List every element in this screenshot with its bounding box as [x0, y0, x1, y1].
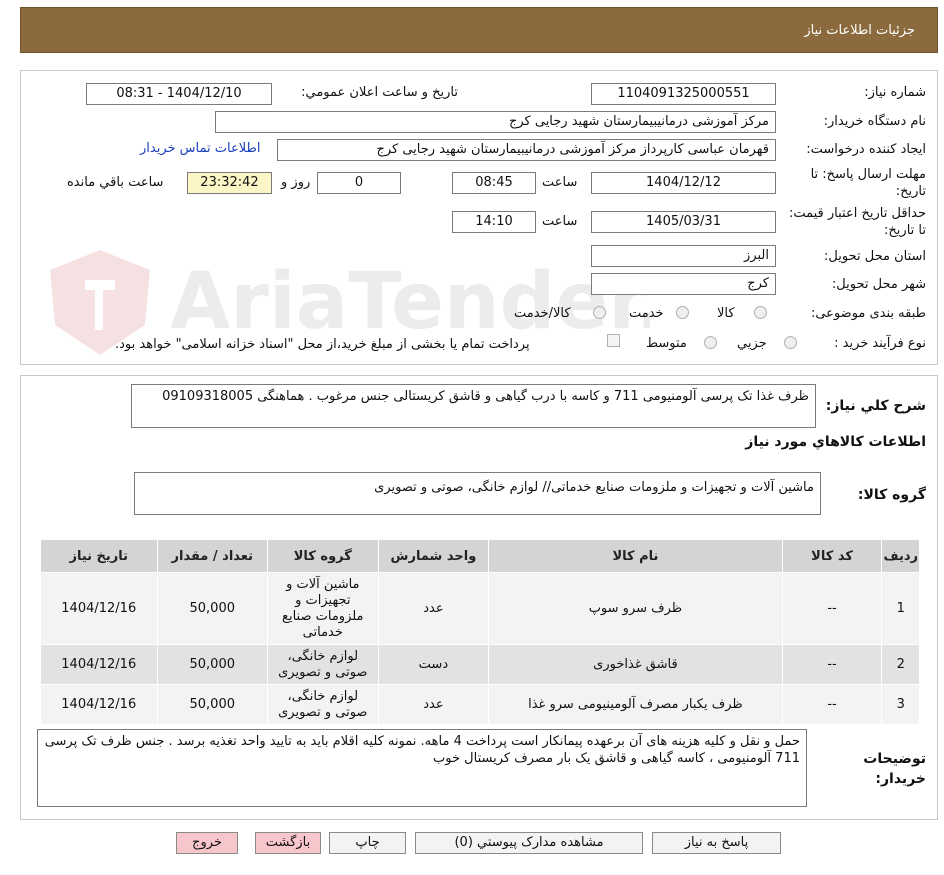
announce-label: تاریخ و ساعت اعلان عمومي: — [301, 85, 458, 100]
col-qty-header: تعداد / مقدار — [156, 539, 269, 573]
announce-field: 1404/12/10 - 08:31 — [86, 83, 272, 105]
need-number-label: شماره نیاز: — [864, 85, 926, 100]
process-medium-radio[interactable] — [704, 336, 717, 349]
cell-row: 1 — [881, 572, 920, 645]
deadline-label: مهلت ارسال پاسخ: تا تاریخ: — [810, 167, 926, 199]
print-button[interactable]: چاپ — [329, 832, 406, 854]
deadline-time-label: ساعت — [542, 175, 578, 190]
cell-row: 2 — [881, 644, 920, 685]
cell-code: -- — [781, 572, 883, 645]
remaining-time-field: 23:32:42 — [187, 172, 272, 194]
back-button[interactable]: بازگشت — [255, 832, 321, 854]
col-name-header: نام کالا — [488, 539, 783, 573]
province-label: استان محل تحویل: — [824, 249, 926, 264]
col-code-header: کد کالا — [781, 539, 883, 573]
validity-date-field: 1405/03/31 — [591, 211, 776, 233]
remaining-label: ساعت باقي مانده — [67, 175, 164, 190]
process-medium-label: متوسط — [646, 336, 687, 351]
cell-unit: دست — [377, 644, 490, 685]
items-table: رديف کد کالا نام کالا واحد شمارش گروه کا… — [40, 539, 920, 725]
cell-name: ظرف یکبار مصرف آلومینیومی سرو غذا — [488, 684, 783, 725]
category-goods-service-radio[interactable] — [593, 306, 606, 319]
category-service-radio[interactable] — [676, 306, 689, 319]
creator-field: قهرمان عباسی کارپرداز مرکز آموزشی درمانی… — [277, 139, 776, 161]
cell-date: 1404/12/16 — [40, 572, 158, 645]
notes-label: توضيحات خريدار: — [863, 751, 926, 787]
process-label: نوع فرآیند خرید : — [834, 336, 926, 351]
cell-code: -- — [781, 644, 883, 685]
cell-unit: عدد — [377, 572, 490, 645]
goods-section-title: اطلاعات کالاهاي مورد نياز — [745, 434, 926, 450]
deadline-date-field: 1404/12/12 — [591, 172, 776, 194]
category-goods-label: کالا — [717, 306, 735, 321]
col-row-header: رديف — [881, 539, 920, 573]
cell-qty: 50,000 — [156, 572, 269, 645]
buyer-org-label: نام دستگاه خريدار: — [823, 114, 926, 129]
cell-qty: 50,000 — [156, 684, 269, 725]
exit-button[interactable]: خروج — [176, 832, 238, 854]
goods-group-text: ماشین آلات و تجهیزات و ملزومات صنایع خدم… — [134, 472, 821, 515]
summary-text: ظرف غذا تک پرسی آلومنیومی 711 و کاسه با … — [131, 384, 816, 428]
page-header: جزئیات اطلاعات نیاز — [20, 7, 938, 53]
cell-group: ماشین آلات و تجهیزات و ملزومات صنایع خدم… — [267, 572, 379, 645]
process-minor-label: جزیي — [737, 336, 767, 351]
table-row: 1 -- ظرف سرو سوپ عدد ماشین آلات و تجهیزا… — [40, 572, 920, 645]
table-row: 2 -- قاشق غذاخوری دست لوازم خانگی، صوتی … — [40, 644, 920, 685]
city-label: شهر محل تحویل: — [831, 277, 926, 292]
cell-row: 3 — [881, 684, 920, 725]
validity-time-label: ساعت — [542, 214, 578, 229]
cell-unit: عدد — [377, 684, 490, 725]
summary-label: شرح کلي نياز: — [825, 398, 926, 414]
page-title: جزئیات اطلاعات نیاز — [804, 23, 915, 38]
category-goods-radio[interactable] — [754, 306, 767, 319]
category-label: طبقه بندی موضوعی: — [810, 306, 926, 321]
city-field: کرج — [591, 273, 776, 295]
deadline-time-field: 08:45 — [452, 172, 536, 194]
contact-info-link[interactable]: اطلاعات تماس خريدار — [140, 141, 260, 156]
process-minor-radio[interactable] — [784, 336, 797, 349]
payment-note: پرداخت تمام یا بخشی از مبلغ خرید،از محل … — [115, 337, 530, 352]
goods-group-label: گروه کالا: — [857, 487, 926, 503]
validity-time-field: 14:10 — [452, 211, 536, 233]
cell-name: قاشق غذاخوری — [488, 644, 783, 685]
days-label: روز و — [281, 175, 311, 190]
validity-label: حداقل تاريخ اعتبار قيمت: تا تاريخ: — [788, 206, 926, 238]
table-header-row: رديف کد کالا نام کالا واحد شمارش گروه کا… — [40, 539, 920, 573]
days-field: 0 — [317, 172, 401, 194]
cell-code: -- — [781, 684, 883, 725]
notes-text: حمل و نقل و کلیه هزینه های آن برعهده پیم… — [37, 729, 807, 807]
cell-name: ظرف سرو سوپ — [488, 572, 783, 645]
cell-date: 1404/12/16 — [40, 684, 158, 725]
category-service-label: خدمت — [629, 306, 664, 321]
view-attachments-button[interactable]: مشاهده مدارک پیوستي (0) — [415, 832, 643, 854]
category-goods-service-label: کالا/خدمت — [514, 306, 571, 321]
col-date-header: تاريخ نياز — [40, 539, 158, 573]
need-number-field: 1104091325000551 — [591, 83, 776, 105]
table-row: 3 -- ظرف یکبار مصرف آلومینیومی سرو غذا ع… — [40, 684, 920, 725]
cell-qty: 50,000 — [156, 644, 269, 685]
buyer-org-field: مرکز آموزشی درمانیبیمارستان شهید رجایی ک… — [215, 111, 776, 133]
cell-group: لوازم خانگی، صوتی و تصویری — [267, 684, 379, 725]
col-unit-header: واحد شمارش — [377, 539, 490, 573]
treasury-payment-checkbox[interactable] — [607, 334, 620, 347]
col-group-header: گروه کالا — [267, 539, 379, 573]
reply-button[interactable]: پاسخ به نياز — [652, 832, 781, 854]
cell-group: لوازم خانگی، صوتی و تصویری — [267, 644, 379, 685]
watermark-text: AriaTender.neT — [170, 257, 650, 347]
province-field: البرز — [591, 245, 776, 267]
cell-date: 1404/12/16 — [40, 644, 158, 685]
creator-label: ايجاد کننده درخواست: — [806, 142, 926, 157]
